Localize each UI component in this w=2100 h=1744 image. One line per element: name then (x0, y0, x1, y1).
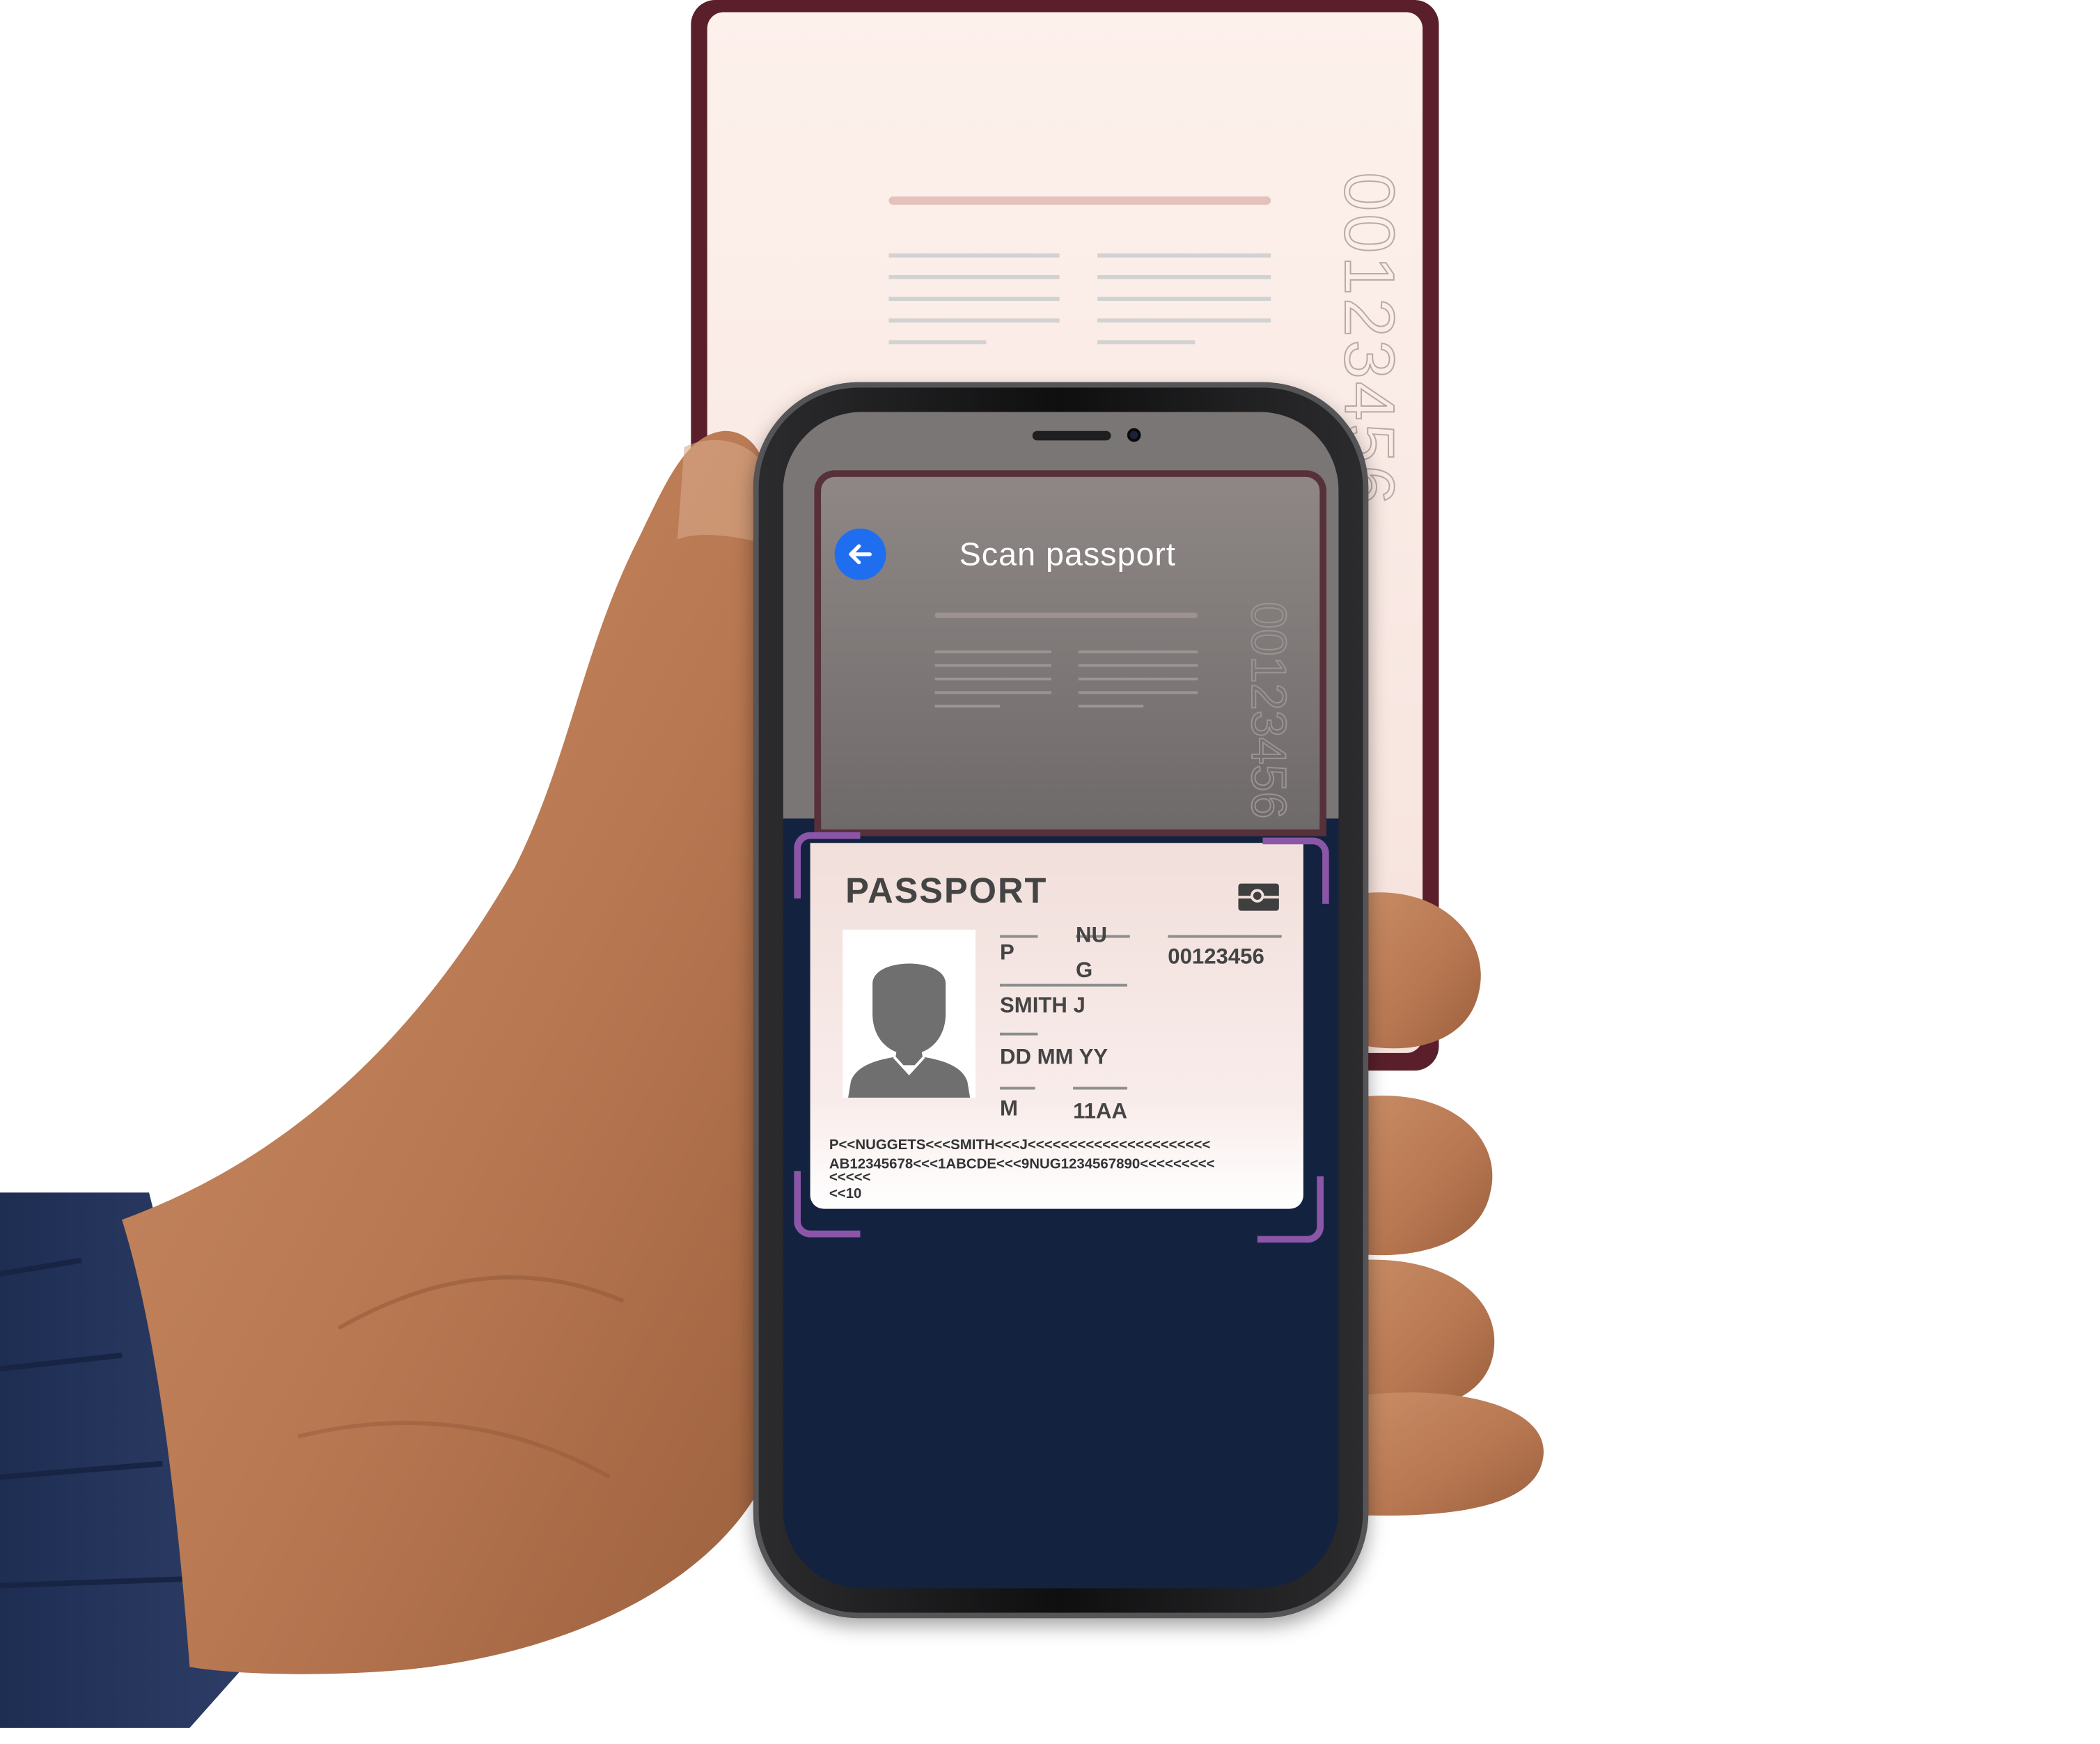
camera-page-document-number: 00123456 (1240, 601, 1297, 820)
phone: 00123456 Scan passport PASSPORT P NU G 0… (753, 382, 1369, 1619)
phone-screen: 00123456 Scan passport PASSPORT P NU G 0… (783, 412, 1339, 1589)
field-rule (1000, 1087, 1035, 1090)
person-silhouette-icon (848, 963, 971, 1098)
passport-country-code: NU (1075, 924, 1107, 948)
camera-page-line (934, 704, 1001, 708)
passport-document-number: 00123456 (1168, 946, 1264, 970)
scan-frame-corner-bottom-left (794, 1171, 861, 1238)
passport-photo (843, 929, 975, 1098)
passport-name: SMITH J (1000, 995, 1086, 1018)
camera-page-line (934, 650, 1051, 653)
back-button[interactable] (834, 528, 886, 580)
camera-page-line (934, 691, 1051, 694)
camera-page-line (934, 677, 1051, 680)
screen-title: Scan passport (959, 536, 1176, 574)
camera-passport-page: 00123456 (821, 476, 1320, 830)
camera-page-line (1078, 664, 1198, 667)
field-rule (1168, 935, 1282, 938)
camera-page-title-line (934, 612, 1198, 618)
camera-page-line (1078, 650, 1198, 653)
camera-page-line (1078, 704, 1144, 708)
scan-frame-corner-top-right (1262, 837, 1329, 904)
passport-data-page: PASSPORT P NU G 00123456 SMITH J DD MM Y… (810, 843, 1303, 1209)
arrow-left-icon (849, 544, 872, 565)
scan-frame-corner-bottom-right (1257, 1176, 1324, 1243)
speaker-grille (1032, 430, 1111, 441)
passport-heading: PASSPORT (845, 870, 1048, 911)
mrz-line-2: AB12345678<<<1ABCDE<<<9NUG1234567890<<<<… (829, 1155, 1215, 1173)
camera-page-line (934, 664, 1051, 667)
passport-type-code: P (1000, 942, 1014, 965)
field-rule (1000, 1032, 1038, 1036)
field-rule (1073, 1087, 1127, 1090)
field-rule (1000, 983, 1127, 987)
passport-code: 11AA (1073, 1100, 1127, 1124)
field-rule (1000, 935, 1038, 938)
scan-frame-corner-top-left (794, 832, 861, 899)
front-camera (1127, 428, 1141, 442)
passport-date-of-birth: DD MM YY (1000, 1046, 1108, 1070)
passport-country-code-suffix: G (1075, 959, 1093, 983)
scene: 00123456 00123456 Scan passport PASSPORT… (0, 0, 2100, 1744)
camera-page-line (1078, 677, 1198, 680)
passport-sex: M (1000, 1098, 1018, 1121)
mrz-line-1: P<<NUGGETS<<<SMITH<<<J<<<<<<<<<<<<<<<<<<… (829, 1137, 1211, 1153)
camera-page-line (1078, 691, 1198, 694)
